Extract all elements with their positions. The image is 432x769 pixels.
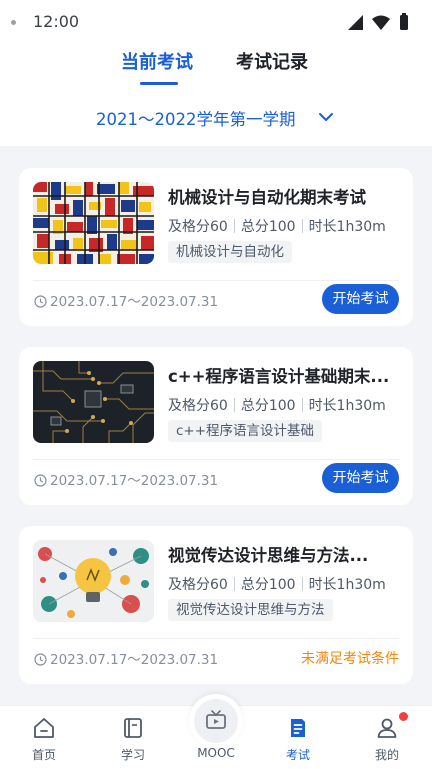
duration: 时长1h30m xyxy=(308,398,386,414)
duration: 时长1h30m xyxy=(308,219,386,235)
nav-exam[interactable]: 考试 xyxy=(258,706,338,769)
total-score: 总分100 xyxy=(240,398,296,414)
duration: 时长1h30m xyxy=(308,577,386,593)
user-icon xyxy=(377,718,397,738)
divider xyxy=(301,577,303,591)
exam-meta: 及格分60 总分100 时长1h30m xyxy=(168,395,386,415)
status-bar: 12:00 xyxy=(0,0,432,44)
exam-date-range: 2023.07.17～2023.07.31 xyxy=(34,290,218,310)
total-score: 总分100 xyxy=(240,577,296,593)
exam-date-range: 2023.07.17～2023.07.31 xyxy=(34,469,218,489)
lightbulb-illustration-thumbnail xyxy=(33,540,154,622)
chevron-down-icon xyxy=(319,113,333,121)
nav-study[interactable]: 学习 xyxy=(93,706,173,769)
nav-label: MOOC xyxy=(197,746,235,760)
tab-exam-records[interactable]: 考试记录 xyxy=(236,48,308,74)
exam-condition-status: 未满足考试条件 xyxy=(301,651,399,667)
course-tag: 机械设计与自动化 xyxy=(168,241,292,263)
exam-title: 机械设计与自动化期末考试 xyxy=(168,188,366,207)
card-divider xyxy=(33,280,399,281)
bottom-navigation: 首页 学习 MOOC 考试 我的 xyxy=(0,694,432,769)
nav-profile[interactable]: 我的 xyxy=(347,706,427,769)
book-icon xyxy=(124,718,142,738)
nav-label: 考试 xyxy=(285,748,310,762)
pass-score: 及格分60 xyxy=(168,398,228,414)
nav-home[interactable]: 首页 xyxy=(4,706,84,769)
exam-card[interactable]: 视觉传达设计思维与方法... 及格分60 总分100 时长1h30m 视觉传达设计思… xyxy=(19,526,413,684)
signal-wifi-battery-icons xyxy=(348,13,408,30)
divider xyxy=(233,398,235,412)
nav-label: 学习 xyxy=(120,748,145,762)
start-exam-button[interactable]: 开始考试 xyxy=(322,463,399,493)
notification-dot-icon xyxy=(11,20,16,25)
exam-title: 视觉传达设计思维与方法... xyxy=(168,546,369,565)
exam-tabs: 当前考试 考试记录 xyxy=(0,44,432,90)
card-divider xyxy=(33,459,399,460)
exam-date-range: 2023.07.17～2023.07.31 xyxy=(34,648,218,668)
exam-icon xyxy=(291,719,305,737)
term-selector[interactable]: 2021～2022学年第一学期 xyxy=(0,90,432,146)
start-exam-button[interactable]: 开始考试 xyxy=(322,284,399,314)
circuit-board-thumbnail xyxy=(33,361,154,443)
nav-mooc-label-area[interactable]: MOOC xyxy=(176,706,256,769)
term-label: 2021～2022学年第一学期 xyxy=(96,110,296,129)
divider xyxy=(233,219,235,233)
exam-card[interactable]: c++程序语言设计基础期末... 及格分60 总分100 时长1h30m c++程序… xyxy=(19,347,413,505)
pass-score: 及格分60 xyxy=(168,219,228,235)
clock-icon xyxy=(34,653,47,666)
exam-card[interactable]: 机械设计与自动化期末考试 及格分60 总分100 时长1h30m 机械设计与自动化 … xyxy=(19,168,413,326)
mondrian-art-thumbnail xyxy=(33,182,154,264)
nav-label: 首页 xyxy=(31,748,56,762)
course-tag: 视觉传达设计思维与方法 xyxy=(168,599,333,621)
nav-label: 我的 xyxy=(374,748,399,762)
date-text: 2023.07.17～2023.07.31 xyxy=(50,294,219,310)
notification-badge xyxy=(399,712,408,721)
divider xyxy=(301,398,303,412)
clock-icon xyxy=(34,295,47,308)
course-tag: c++程序语言设计基础 xyxy=(168,420,323,442)
exam-meta: 及格分60 总分100 时长1h30m xyxy=(168,574,386,594)
clock-icon xyxy=(34,474,47,487)
home-icon xyxy=(34,718,54,738)
pass-score: 及格分60 xyxy=(168,577,228,593)
tab-current-exams[interactable]: 当前考试 xyxy=(121,48,193,74)
status-time: 12:00 xyxy=(33,12,80,31)
divider xyxy=(233,577,235,591)
active-tab-indicator xyxy=(140,82,178,85)
total-score: 总分100 xyxy=(240,219,296,235)
card-divider xyxy=(33,638,399,639)
divider xyxy=(301,219,303,233)
date-text: 2023.07.17～2023.07.31 xyxy=(50,652,219,668)
exam-meta: 及格分60 总分100 时长1h30m xyxy=(168,216,386,236)
exam-title: c++程序语言设计基础期末... xyxy=(168,367,390,386)
date-text: 2023.07.17～2023.07.31 xyxy=(50,473,219,489)
